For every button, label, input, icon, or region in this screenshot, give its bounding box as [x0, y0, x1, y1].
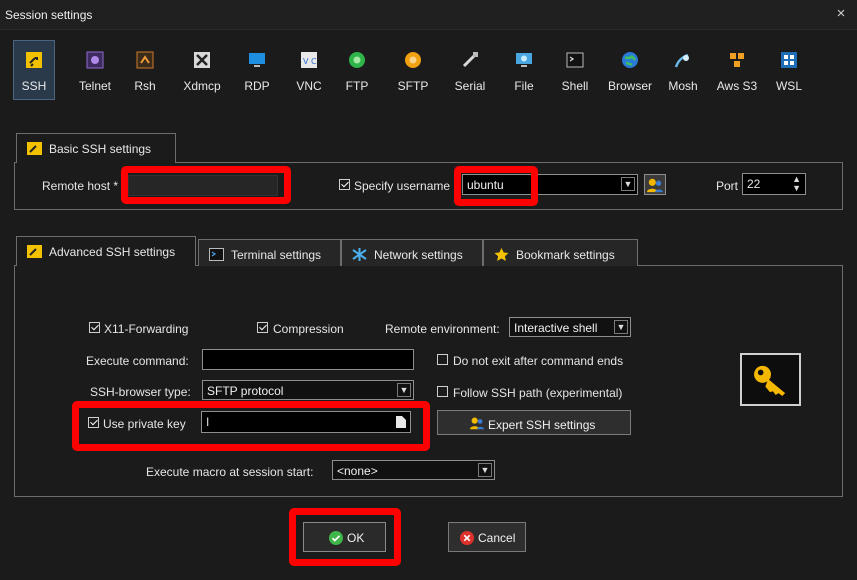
- protocol-sftp[interactable]: SFTP: [391, 41, 435, 101]
- sftp-icon: [405, 52, 421, 68]
- tab-bookmark-settings[interactable]: Bookmark settings: [483, 239, 638, 266]
- serial-icon: [462, 52, 478, 68]
- protocol-ssh[interactable]: SSH: [13, 40, 55, 100]
- protocol-xdmcp[interactable]: Xdmcp: [177, 41, 227, 101]
- protocol-shell[interactable]: Shell: [557, 41, 593, 101]
- users-icon: [470, 417, 484, 430]
- do-not-exit-checkbox[interactable]: [437, 354, 448, 365]
- execute-macro-select[interactable]: <none> ▼: [332, 460, 495, 480]
- mosh-icon: [674, 53, 689, 68]
- window-title: Session settings: [5, 8, 93, 22]
- cancel-button[interactable]: Cancel: [448, 522, 526, 552]
- highlight-username: [454, 166, 538, 206]
- rsh-icon: [136, 51, 154, 69]
- shell-icon: [566, 52, 584, 68]
- terminal-icon: [209, 248, 224, 261]
- tab-terminal-settings[interactable]: Terminal settings: [198, 239, 341, 266]
- vnc-icon: V C: [301, 52, 317, 68]
- tab-basic-ssh[interactable]: Basic SSH settings: [16, 133, 176, 163]
- xdmcp-icon: [194, 52, 210, 68]
- close-icon[interactable]: ×: [833, 5, 849, 23]
- protocol-aws-s3[interactable]: Aws S3: [711, 41, 763, 101]
- port-spinner[interactable]: 22 ▲ ▼: [742, 173, 806, 195]
- specify-username-checkbox[interactable]: [339, 179, 350, 190]
- aws-s3-icon: [730, 53, 744, 67]
- file-icon: [516, 53, 532, 67]
- execute-command-input[interactable]: [202, 349, 414, 370]
- key-icon: [754, 365, 786, 396]
- port-value: 22: [747, 177, 761, 191]
- protocol-telnet[interactable]: Telnet: [73, 41, 117, 101]
- compression-checkbox[interactable]: [257, 322, 268, 333]
- ftp-icon: [349, 52, 365, 68]
- wrench-icon: [27, 245, 42, 258]
- chevron-down-icon: ▼: [478, 463, 492, 477]
- spinner-up-down-icon[interactable]: ▲ ▼: [792, 175, 801, 193]
- chevron-down-icon: ▼: [614, 320, 628, 334]
- x11-forwarding-checkbox[interactable]: [89, 322, 100, 333]
- protocol-mosh[interactable]: Mosh: [663, 41, 703, 101]
- expert-ssh-settings-button[interactable]: Expert SSH settings: [437, 410, 631, 435]
- user-manager-button[interactable]: [644, 174, 666, 195]
- star-icon: [494, 248, 509, 261]
- execute-command-label: Execute command:: [86, 354, 189, 368]
- remote-environment-label: Remote environment:: [385, 322, 500, 336]
- protocol-toolbar: SSH Telnet Rsh Xdmcp RDP V C VNC FTP SFT…: [13, 38, 843, 104]
- protocol-browser[interactable]: Browser: [605, 41, 655, 101]
- highlight-private-key: [72, 401, 430, 451]
- wsl-icon: [781, 52, 797, 68]
- title-bar: Session settings ×: [0, 0, 857, 30]
- remote-environment-select[interactable]: Interactive shell ▼: [509, 317, 631, 337]
- private-key-generator-button[interactable]: [740, 353, 801, 406]
- highlight-remote-host: [121, 166, 291, 204]
- protocol-file[interactable]: File: [507, 41, 541, 101]
- rdp-icon: [249, 53, 265, 67]
- port-label: Port: [716, 179, 739, 193]
- execute-macro-label: Execute macro at session start:: [146, 465, 314, 479]
- x11-forwarding-label: X11-Forwarding: [104, 322, 189, 336]
- protocol-serial[interactable]: Serial: [447, 41, 493, 101]
- cancel-circle-icon: [460, 531, 474, 545]
- follow-ssh-path-checkbox[interactable]: [437, 386, 448, 397]
- svg-text:V C: V C: [303, 57, 317, 66]
- do-not-exit-label: Do not exit after command ends: [453, 354, 624, 368]
- ssh-browser-type-select[interactable]: SFTP protocol ▼: [202, 380, 414, 400]
- telnet-icon: [86, 51, 104, 69]
- chevron-down-icon: ▼: [621, 177, 635, 191]
- network-icon: [352, 248, 367, 261]
- protocol-wsl[interactable]: WSL: [771, 41, 807, 101]
- tab-advanced-ssh[interactable]: Advanced SSH settings: [16, 236, 196, 266]
- follow-ssh-path-label: Follow SSH path (experimental): [453, 386, 623, 400]
- protocol-vnc[interactable]: V C VNC: [289, 41, 329, 101]
- ssh-icon: [26, 52, 42, 68]
- remote-host-label: Remote host *: [42, 179, 119, 193]
- protocol-ftp[interactable]: FTP: [339, 41, 375, 101]
- wrench-icon: [27, 142, 42, 155]
- ssh-browser-type-label: SSH-browser type:: [90, 385, 191, 399]
- chevron-down-icon: ▼: [397, 383, 411, 397]
- protocol-rsh[interactable]: Rsh: [127, 41, 163, 101]
- highlight-ok-button: [289, 508, 401, 566]
- users-icon: [647, 178, 663, 193]
- compression-label: Compression: [273, 322, 344, 336]
- specify-username-label: Specify username: [354, 179, 451, 193]
- tab-network-settings[interactable]: Network settings: [341, 239, 483, 266]
- browser-icon: [622, 52, 638, 68]
- protocol-rdp[interactable]: RDP: [237, 41, 277, 101]
